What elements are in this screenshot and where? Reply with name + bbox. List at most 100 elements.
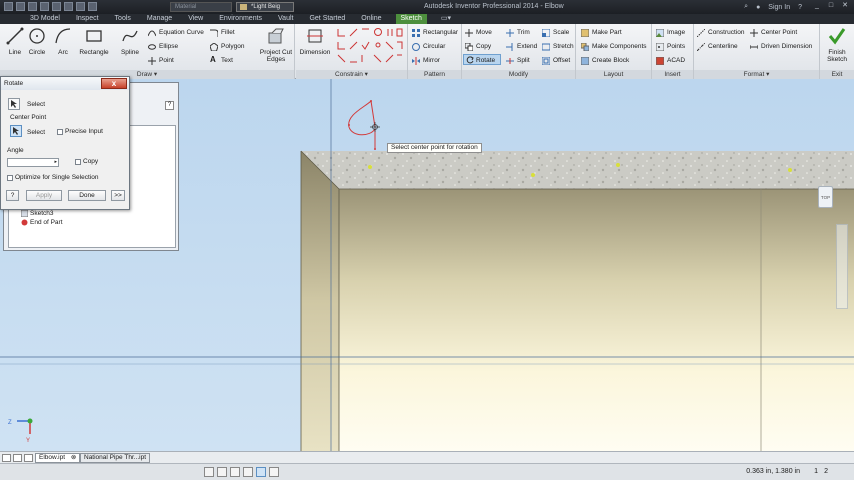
center-point-button[interactable]: Center Point: [750, 27, 797, 38]
doc-tab-elbow[interactable]: Elbow.ipt ⊗: [35, 453, 81, 463]
format-panel-title[interactable]: Format ▾: [694, 70, 819, 79]
grid-snap-icon[interactable]: [204, 467, 214, 477]
redo-icon[interactable]: [64, 2, 73, 11]
open-icon[interactable]: [28, 2, 37, 11]
rectangle-button[interactable]: Rectangle: [79, 25, 109, 56]
minimize-button[interactable]: _: [812, 2, 822, 10]
construction-button[interactable]: Construction: [697, 27, 745, 38]
undo-icon[interactable]: [52, 2, 61, 11]
save-icon[interactable]: [40, 2, 49, 11]
ribbon-options-icon[interactable]: ▭▾: [439, 14, 453, 24]
offset-button[interactable]: Offset: [542, 55, 570, 66]
copy-checkbox[interactable]: [75, 159, 81, 165]
tile-icon[interactable]: [2, 454, 11, 462]
viewcube[interactable]: TOP: [818, 186, 833, 208]
ellipse-button[interactable]: Ellipse: [148, 41, 178, 52]
dimension-display-icon[interactable]: [243, 467, 253, 477]
tab-inspect[interactable]: Inspect: [74, 14, 101, 24]
tab-sketch[interactable]: Sketch: [395, 14, 427, 24]
new-icon[interactable]: [16, 2, 25, 11]
make-components-button[interactable]: Make Components: [581, 41, 647, 52]
extend-button[interactable]: Extend: [506, 41, 537, 52]
tab-view[interactable]: View: [186, 14, 205, 24]
app-menu-icon[interactable]: [4, 2, 13, 11]
model-front-face[interactable]: [339, 189, 854, 451]
browser-item-end-of-part[interactable]: End of Part: [21, 218, 63, 227]
rotate-button[interactable]: Rotate: [463, 54, 501, 65]
acad-button[interactable]: ACAD: [656, 55, 685, 66]
constraint-icons[interactable]: [336, 27, 404, 67]
make-part-button[interactable]: Make Part: [581, 27, 622, 38]
dialog-close-button[interactable]: x: [101, 78, 127, 89]
model-top-face[interactable]: [301, 151, 854, 189]
tab-vault[interactable]: Vault: [276, 14, 295, 24]
points-button[interactable]: Points: [656, 41, 685, 52]
appearance-dropdown[interactable]: *Light Beig: [236, 2, 294, 12]
circular-pattern-button[interactable]: Circular: [412, 41, 445, 52]
trim-button[interactable]: Trim: [506, 27, 530, 38]
polygon-button[interactable]: Polygon: [210, 41, 245, 52]
spline-button[interactable]: Spline: [115, 25, 145, 56]
sketch-profile[interactable]: [348, 100, 376, 149]
tab-get-started[interactable]: Get Started: [307, 14, 347, 24]
maximize-button[interactable]: □: [826, 2, 836, 10]
return-icon[interactable]: [76, 2, 85, 11]
driven-dimension-button[interactable]: Driven Dimension: [750, 41, 812, 52]
tab-environments[interactable]: Environments: [217, 14, 264, 24]
tab-manage[interactable]: Manage: [145, 14, 174, 24]
copy-button[interactable]: Copy: [465, 41, 491, 52]
search-icon[interactable]: ⌕: [744, 3, 748, 11]
move-button[interactable]: Move: [465, 27, 492, 38]
scale-button[interactable]: Scale: [542, 27, 569, 38]
doc-tab-national-pipe[interactable]: National Pipe Thr...ipt: [80, 453, 151, 463]
optimize-checkbox[interactable]: [7, 175, 13, 181]
angle-arrow-icon[interactable]: ▸: [54, 159, 57, 165]
center-point-select-button[interactable]: [10, 125, 22, 137]
close-button[interactable]: ✕: [840, 2, 850, 10]
dialog-help-button[interactable]: ?: [6, 190, 19, 201]
close-tab-icon[interactable]: ⊗: [71, 454, 76, 461]
equation-curve-button[interactable]: Equation Curve: [148, 27, 204, 38]
done-button[interactable]: Done: [68, 190, 106, 201]
material-dropdown[interactable]: Material: [170, 2, 232, 12]
project-cut-edges-button[interactable]: Project Cut Edges: [258, 25, 294, 63]
more-button[interactable]: >>: [111, 190, 125, 201]
select-icon[interactable]: [88, 2, 97, 11]
sketch-point[interactable]: [370, 100, 372, 102]
tab-3d-model[interactable]: 3D Model: [28, 14, 62, 24]
cascade-icon[interactable]: [13, 454, 22, 462]
image-button[interactable]: Image: [656, 27, 685, 38]
tab-online[interactable]: Online: [359, 14, 383, 24]
text-button[interactable]: A Text: [210, 55, 233, 66]
sign-in-link[interactable]: Sign In: [768, 4, 790, 11]
sketch-point[interactable]: [348, 124, 350, 126]
split-button[interactable]: Split: [506, 55, 530, 66]
point-button[interactable]: Point: [148, 55, 174, 66]
arrange-icon[interactable]: [24, 454, 33, 462]
finish-sketch-button[interactable]: Finish Sketch: [822, 25, 852, 63]
tab-tools[interactable]: Tools: [113, 14, 133, 24]
browser-item-sketch3[interactable]: Sketch3: [21, 209, 54, 218]
precise-input-checkbox[interactable]: [57, 129, 63, 135]
settings-icon[interactable]: [269, 467, 279, 477]
arc-button[interactable]: Arc: [48, 25, 78, 56]
mirror-button[interactable]: Mirror: [412, 55, 440, 66]
rectangular-pattern-button[interactable]: Rectangular: [412, 27, 458, 38]
constrain-panel-title[interactable]: Constrain ▾: [296, 70, 407, 79]
stretch-button[interactable]: Stretch: [542, 41, 574, 52]
browser-help-icon[interactable]: ?: [165, 101, 174, 110]
help-icon[interactable]: ?: [798, 4, 802, 11]
fillet-button[interactable]: Fillet: [210, 27, 235, 38]
centerline-button[interactable]: Centerline: [697, 41, 738, 52]
model-side-face[interactable]: [301, 151, 339, 451]
sketch-point[interactable]: [374, 148, 376, 150]
show-constraints-icon[interactable]: [217, 467, 227, 477]
inference-icon[interactable]: [256, 467, 266, 477]
show-dof-icon[interactable]: [230, 467, 240, 477]
angle-input[interactable]: ▸: [7, 158, 59, 167]
create-block-button[interactable]: Create Block: [581, 55, 629, 66]
navigation-bar[interactable]: [836, 224, 848, 309]
dimension-button[interactable]: Dimension: [298, 25, 332, 56]
user-icon[interactable]: ●: [756, 4, 760, 11]
apply-button[interactable]: Apply: [26, 190, 62, 201]
